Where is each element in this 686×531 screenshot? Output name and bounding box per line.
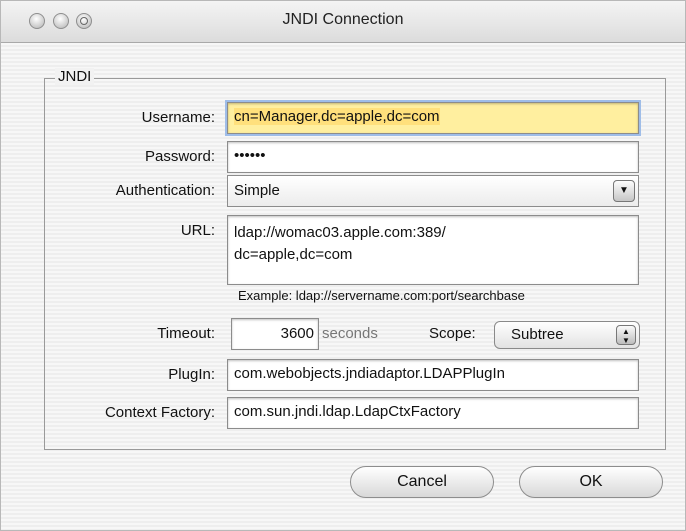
url-line-2: dc=apple,dc=com [234, 246, 353, 263]
timeout-label: Timeout: [157, 325, 215, 342]
title-bar[interactable]: JNDI Connection [1, 1, 685, 43]
scope-popup[interactable]: Subtree ▲ ▼ [494, 321, 640, 349]
username-field[interactable]: cn=Manager,dc=apple,dc=com [227, 102, 639, 134]
plugin-value: com.webobjects.jndiadaptor.LDAPPlugIn [234, 365, 505, 382]
username-label: Username: [141, 109, 215, 126]
plugin-label: PlugIn: [168, 366, 215, 383]
context-factory-field[interactable]: com.sun.jndi.ldap.LdapCtxFactory [227, 397, 639, 429]
url-example-hint: Example: ldap://servername.com:port/sear… [238, 288, 525, 303]
username-value: cn=Manager,dc=apple,dc=com [234, 108, 440, 125]
url-line-1: ldap://womac03.apple.com:389/ [234, 224, 446, 241]
chevron-down-icon[interactable]: ▼ [613, 180, 635, 202]
ok-button[interactable]: OK [519, 466, 663, 498]
authentication-label: Authentication: [115, 182, 215, 199]
jndi-connection-window: JNDI Connection JNDI Username: cn=Manage… [0, 0, 686, 531]
timeout-value: 3600 [280, 325, 314, 342]
timeout-units: seconds [322, 325, 378, 342]
password-field[interactable]: •••••• [227, 141, 639, 173]
window-title: JNDI Connection [282, 11, 404, 28]
context-factory-label: Context Factory: [104, 404, 215, 421]
context-factory-value: com.sun.jndi.ldap.LdapCtxFactory [234, 403, 461, 420]
authentication-value: Simple [234, 182, 280, 199]
cancel-button[interactable]: Cancel [350, 466, 494, 498]
authentication-popup[interactable]: Simple ▼ [227, 175, 639, 207]
scope-value: Subtree [511, 326, 564, 343]
url-label: URL: [180, 222, 215, 239]
timeout-field[interactable]: 3600 [231, 318, 319, 350]
group-legend: JNDI [55, 68, 95, 85]
password-value: •••••• [234, 147, 266, 164]
password-label: Password: [144, 148, 215, 165]
scope-label: Scope: [429, 325, 476, 342]
plugin-field[interactable]: com.webobjects.jndiadaptor.LDAPPlugIn [227, 359, 639, 391]
up-down-arrows-icon[interactable]: ▲ ▼ [616, 325, 636, 345]
url-field[interactable]: ldap://womac03.apple.com:389/ dc=apple,d… [227, 215, 639, 285]
